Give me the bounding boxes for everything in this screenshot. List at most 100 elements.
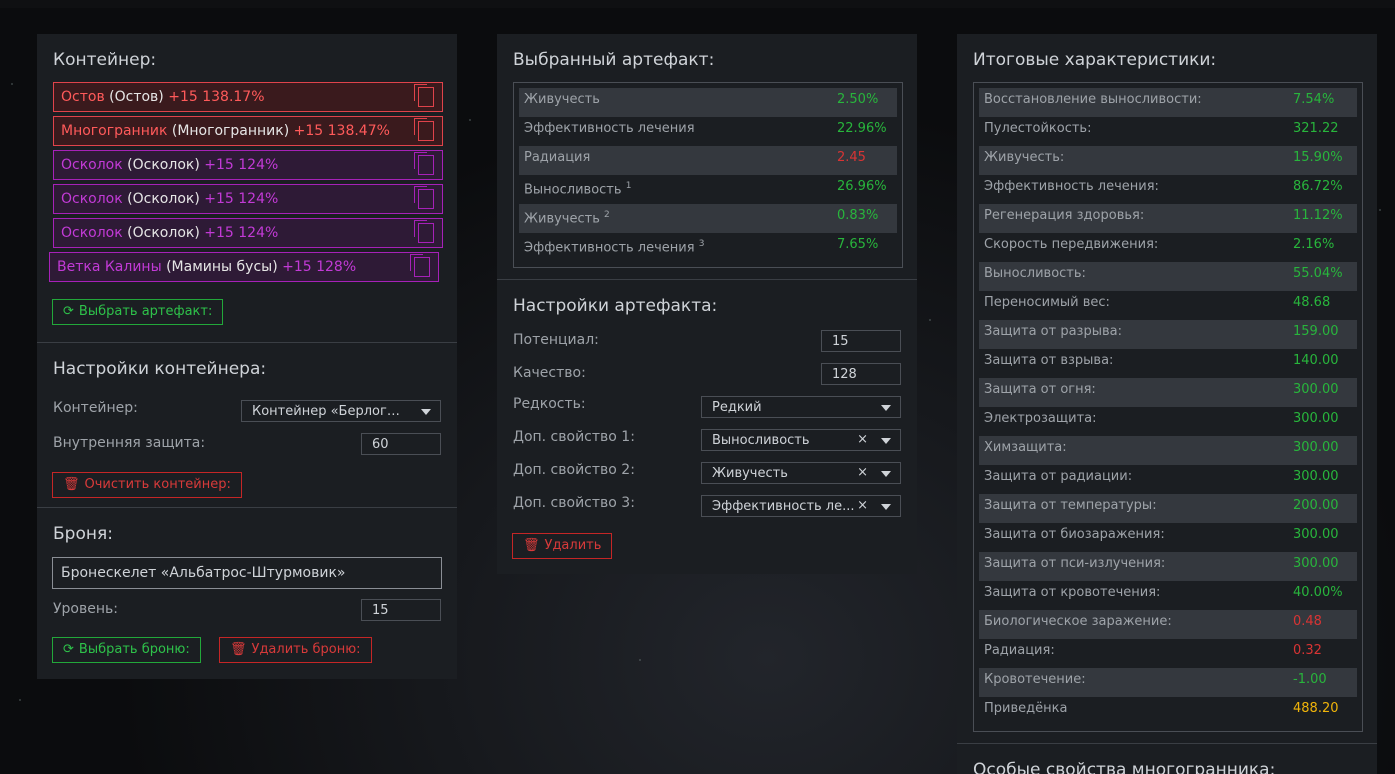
armor-title: Броня:	[53, 524, 113, 544]
middle-panel: Выбранный артефакт: Живучесть 2.50% Эффект…	[497, 34, 917, 574]
stat-name: Защита от биозаражения:	[984, 527, 1165, 542]
item-name: Остов	[61, 89, 105, 105]
rarity-select[interactable]: Редкий	[701, 396, 901, 418]
item-name: Многогранник	[61, 123, 168, 139]
total-stat-row: Защита от огня: 300.00	[979, 378, 1357, 407]
trash-icon: 🗑	[523, 538, 540, 553]
stat-name: Радиация:	[984, 643, 1055, 658]
stat-name: Защита от пси-излучения:	[984, 556, 1166, 571]
chevron-down-icon	[421, 409, 431, 415]
artifact-stat-row: Радиация 2.45	[519, 146, 897, 175]
stat-name: Защита от радиации:	[984, 469, 1133, 484]
container-item[interactable]: Остов (Остов) +15 138.17%	[53, 82, 443, 112]
stat-name: Химзащита:	[984, 440, 1067, 455]
trash-icon: 🗑	[230, 642, 247, 657]
container-item[interactable]: Ветка Калины (Мамины бусы) +15 128%	[49, 252, 439, 282]
extra3-select[interactable]: Эффективность ле... ×	[701, 495, 901, 517]
stat-value: 321.22	[1293, 121, 1339, 136]
copy-icon[interactable]	[414, 186, 434, 209]
delete-armor-button[interactable]: 🗑 Удалить броню:	[219, 637, 372, 663]
container-item[interactable]: Осколок (Осколок) +15 124%	[53, 184, 443, 214]
container-select[interactable]: Контейнер «Берлога...	[241, 400, 441, 422]
item-level: +15 124%	[204, 191, 279, 207]
clear-container-button[interactable]: 🗑 Очистить контейнер:	[52, 472, 242, 498]
stat-name: Переносимый вес:	[984, 295, 1110, 310]
total-stat-row: Регенерация здоровья: 11.12%	[979, 204, 1357, 233]
inner-protection-input[interactable]: 60	[361, 433, 441, 455]
total-stat-row: Кровотечение: -1.00	[979, 668, 1357, 697]
clear-icon[interactable]: ×	[857, 498, 868, 513]
copy-icon[interactable]	[414, 118, 434, 141]
select-armor-button[interactable]: ⟳ Выбрать броню:	[52, 637, 201, 663]
armor-name-field[interactable]: Бронескелет «Альбатрос-Штурмовик»	[52, 557, 442, 589]
clear-icon[interactable]: ×	[857, 465, 868, 480]
copy-icon[interactable]	[414, 152, 434, 175]
totals-title: Итоговые характеристики:	[973, 50, 1217, 70]
stat-value: 40.00%	[1293, 585, 1343, 600]
copy-icon[interactable]	[414, 84, 434, 107]
total-stat-row: Пулестойкость: 321.22	[979, 117, 1357, 146]
artifact-stat-row: Эффективность лечения 3 7.65%	[519, 233, 897, 262]
trash-icon: 🗑	[63, 477, 80, 492]
extra1-select[interactable]: Выносливость ×	[701, 429, 901, 451]
container-settings-section: Настройки контейнера: Контейнер: Контейн…	[37, 342, 457, 507]
potential-input[interactable]: 15	[821, 330, 901, 352]
total-stat-row: Защита от взрыва: 140.00	[979, 349, 1357, 378]
left-panel: Контейнер: Остов (Остов) +15 138.17% Мног…	[37, 34, 457, 679]
armor-section: Броня: Бронескелет «Альбатрос-Штурмовик»…	[37, 507, 457, 679]
stat-name: Эффективность лечения	[524, 121, 695, 136]
total-stat-row: Защита от температуры: 200.00	[979, 494, 1357, 523]
delete-artifact-button[interactable]: 🗑 Удалить	[512, 533, 613, 559]
container-item[interactable]: Осколок (Осколок) +15 124%	[53, 218, 443, 248]
total-stat-row: Переносимый вес: 48.68	[979, 291, 1357, 320]
total-stat-row: Химзащита: 300.00	[979, 436, 1357, 465]
stat-value: -1.00	[1293, 672, 1327, 687]
item-level: +15 138.47%	[293, 123, 390, 139]
stat-name: Выносливость 1	[524, 181, 632, 198]
stat-value: 300.00	[1293, 469, 1339, 484]
stat-value: 300.00	[1293, 382, 1339, 397]
select-artifact-button[interactable]: ⟳ Выбрать артефакт:	[52, 299, 224, 325]
quality-label: Качество:	[513, 365, 586, 381]
armor-level-input[interactable]: 15	[361, 599, 441, 621]
stat-name: Радиация	[524, 150, 591, 165]
selected-artifact-table: Живучесть 2.50% Эффективность лечения 22.96…	[513, 82, 903, 268]
item-level: +15 124%	[204, 157, 279, 173]
container-item[interactable]: Осколок (Осколок) +15 124%	[53, 150, 443, 180]
chevron-down-icon	[881, 504, 891, 510]
stat-index: 3	[698, 239, 705, 249]
chevron-down-icon	[881, 438, 891, 444]
stat-value: 86.72%	[1293, 179, 1343, 194]
stat-value: 48.68	[1293, 295, 1331, 310]
stat-value: 22.96%	[837, 121, 887, 136]
selected-artifact-title: Выбранный артефакт:	[513, 50, 715, 70]
stat-name: Восстановление выносливости:	[984, 92, 1202, 107]
item-base: (Остов)	[109, 89, 164, 105]
rarity-label: Редкость:	[513, 396, 586, 412]
top-bar	[0, 0, 1395, 8]
stat-value: 200.00	[1293, 498, 1339, 513]
stat-value: 300.00	[1293, 411, 1339, 426]
stat-name: Пулестойкость:	[984, 121, 1092, 136]
clear-icon[interactable]: ×	[857, 432, 868, 447]
copy-icon[interactable]	[414, 220, 434, 243]
stat-name: Защита от разрыва:	[984, 324, 1122, 339]
artifact-settings-title: Настройки артефакта:	[513, 296, 718, 316]
totals-table: Восстановление выносливости: 7.54% Пулесто…	[973, 82, 1363, 732]
stat-name: Приведёнка	[984, 701, 1068, 716]
stat-name: Живучесть:	[984, 150, 1065, 165]
extra2-select[interactable]: Живучесть ×	[701, 462, 901, 484]
quality-input[interactable]: 128	[821, 363, 901, 385]
total-stat-row: Скорость передвижения: 2.16%	[979, 233, 1357, 262]
container-item[interactable]: Многогранник (Многогранник) +15 138.47%	[53, 116, 443, 146]
special-section: Особые свойства многогранника:	[957, 743, 1377, 774]
stat-name: Защита от взрыва:	[984, 353, 1114, 368]
inner-protection-label: Внутренняя защита:	[53, 435, 206, 451]
item-base: (Осколок)	[127, 157, 200, 173]
item-base: (Осколок)	[127, 225, 200, 241]
copy-icon[interactable]	[410, 254, 430, 277]
item-base: (Осколок)	[127, 191, 200, 207]
stat-value: 300.00	[1293, 556, 1339, 571]
item-level: +15 124%	[204, 225, 279, 241]
stat-name: Защита от кровотечения:	[984, 585, 1161, 600]
